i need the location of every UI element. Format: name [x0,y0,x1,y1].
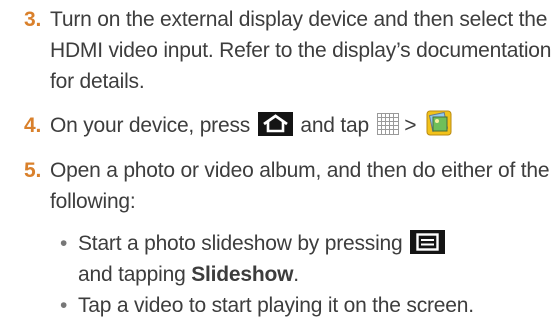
bullet-text: Tap a video to start playing it on the s… [78,294,474,317]
step-number: 4. [24,114,42,137]
step-5: 5. Open a photo or video album, and then… [24,155,556,217]
menu-key-icon [410,230,446,255]
step-number: 3. [24,8,42,31]
bullet-text: Start a photo slideshow by pressing and … [78,228,556,290]
step-text: Turn on the external display device and … [50,8,552,93]
bullet-text-part: Start a photo slideshow by pressing [78,232,403,255]
bullet-dot: • [60,232,68,255]
step-number: 5. [24,159,42,182]
bullet-item: • Tap a video to start playing it on the… [60,290,556,321]
bullet-dot: • [60,294,68,317]
slideshow-label: Slideshow [191,263,294,286]
step-4: 4. On your device, press and tap > [24,110,556,141]
step-text: On your device, press and tap > [50,110,556,141]
step-text: Open a photo or video album, and then do… [50,159,550,213]
step-text-part: and tap [300,114,370,137]
bullet-text-end: . [293,263,299,286]
gallery-icon [426,110,452,136]
separator: > [404,114,417,137]
step-text-part: On your device, press [50,114,251,137]
instruction-document: 3. Turn on the external display device a… [0,0,559,329]
apps-grid-icon [376,113,399,136]
bullet-text-part: and tapping [78,263,186,286]
step-3: 3. Turn on the external display device a… [24,4,556,97]
bullet-item: • Start a photo slideshow by pressing an… [60,228,556,290]
home-key-icon [257,112,293,137]
